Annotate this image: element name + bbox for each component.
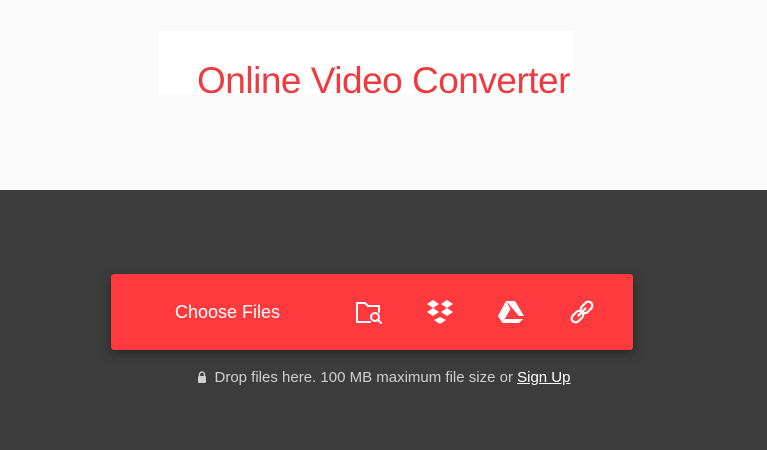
choose-files-button[interactable]: Choose Files <box>175 274 280 350</box>
page-title: Online Video Converter <box>197 60 570 101</box>
google-drive-icon[interactable] <box>495 296 527 328</box>
drop-hint: Drop files here. 100 MB maximum file siz… <box>0 369 767 387</box>
folder-search-icon[interactable] <box>353 296 385 328</box>
lock-icon <box>197 371 206 383</box>
dropbox-icon[interactable] <box>424 296 456 328</box>
choose-files-bar[interactable]: Choose Files <box>111 274 633 350</box>
hint-text: Drop files here. 100 MB maximum file siz… <box>214 369 513 386</box>
link-icon[interactable] <box>566 296 598 328</box>
sign-up-link[interactable]: Sign Up <box>517 369 570 386</box>
